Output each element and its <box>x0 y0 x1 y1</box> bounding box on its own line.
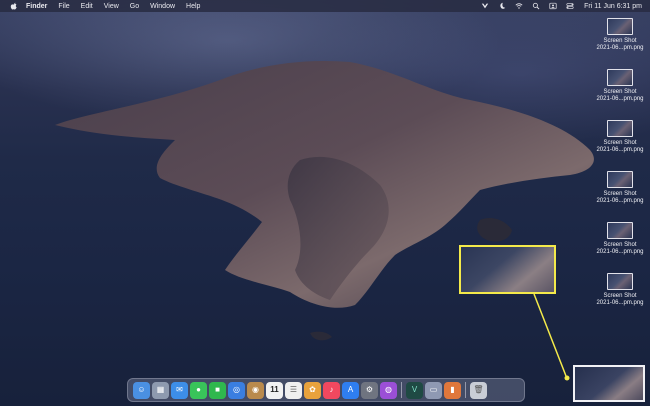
desktop-file-screenshot[interactable]: Screen Shot 2021-06...pm.png <box>592 222 648 273</box>
wifi-icon[interactable] <box>515 2 523 10</box>
file-name: Screen Shot 2021-06...pm.png <box>596 38 644 51</box>
dock-separator <box>401 382 402 398</box>
control-center-icon[interactable] <box>566 2 574 10</box>
menu-edit[interactable]: Edit <box>81 3 93 10</box>
launchpad-icon[interactable]: ▦ <box>152 381 169 399</box>
safari-icon[interactable]: ◎ <box>228 381 245 399</box>
desktop-file-screenshot[interactable]: Screen Shot 2021-06...pm.png <box>592 273 648 324</box>
menu-bar: Finder File Edit View Go Window Help Fri… <box>0 0 650 12</box>
file-thumbnail <box>607 222 633 239</box>
calendar-icon[interactable]: 11 <box>266 381 283 399</box>
menubar-clock[interactable]: Fri 11 Jun 6:31 pm <box>584 3 642 10</box>
menu-help[interactable]: Help <box>186 3 200 10</box>
system-preferences-icon[interactable]: ⚙ <box>361 381 378 399</box>
menu-app-finder[interactable]: Finder <box>26 3 47 10</box>
facetime-icon[interactable]: ■ <box>209 381 226 399</box>
file-thumbnail <box>607 18 633 35</box>
app-store-icon[interactable]: A <box>342 381 359 399</box>
file-name: Screen Shot 2021-06...pm.png <box>596 140 644 153</box>
catalina-island-wallpaper <box>55 60 594 341</box>
dock: ☺ ▦ ✉ ● ■ ◎ ◉ 11 ☰ ✿ ♪ A ⚙ ◍ V ▭ ▮ 🗑 <box>127 378 525 402</box>
reminders-icon[interactable]: ☰ <box>285 381 302 399</box>
contacts-icon[interactable]: ◉ <box>247 381 264 399</box>
screenshot-preview-thumbnail[interactable] <box>573 365 645 402</box>
podcasts-icon[interactable]: ◍ <box>380 381 397 399</box>
books-icon[interactable]: ▮ <box>444 381 461 399</box>
moon-icon[interactable] <box>498 2 506 10</box>
file-thumbnail <box>607 171 633 188</box>
file-name: Screen Shot 2021-06...pm.png <box>596 293 644 306</box>
music-icon[interactable]: ♪ <box>323 381 340 399</box>
file-thumbnail <box>607 69 633 86</box>
screenshot-app-icon[interactable]: ▭ <box>425 381 442 399</box>
file-name: Screen Shot 2021-06...pm.png <box>596 191 644 204</box>
desktop-wallpaper <box>0 0 650 406</box>
vpn-shield-icon[interactable] <box>481 2 489 10</box>
file-name: Screen Shot 2021-06...pm.png <box>596 242 644 255</box>
vpn-app-icon[interactable]: V <box>406 381 423 399</box>
menu-window[interactable]: Window <box>150 3 175 10</box>
desktop-files: Screen Shot 2021-06...pm.png Screen Shot 2… <box>592 18 648 324</box>
calendar-day: 11 <box>270 385 279 394</box>
dock-separator <box>465 382 466 398</box>
finder-icon[interactable]: ☺ <box>133 381 150 399</box>
apple-menu-icon[interactable] <box>10 2 18 10</box>
menu-view[interactable]: View <box>104 3 119 10</box>
menu-go[interactable]: Go <box>130 3 139 10</box>
user-switch-icon[interactable] <box>549 2 557 10</box>
file-thumbnail <box>607 273 633 290</box>
menu-file[interactable]: File <box>58 3 69 10</box>
highlight-box <box>459 245 556 294</box>
file-name: Screen Shot 2021-06...pm.png <box>596 89 644 102</box>
desktop-file-screenshot[interactable]: Screen Shot 2021-06...pm.png <box>592 120 648 171</box>
search-icon[interactable] <box>532 2 540 10</box>
trash-icon[interactable]: 🗑 <box>470 381 487 399</box>
desktop-file-screenshot[interactable]: Screen Shot 2021-06...pm.png <box>592 18 648 69</box>
desktop-file-screenshot[interactable]: Screen Shot 2021-06...pm.png <box>592 171 648 222</box>
messages-icon[interactable]: ● <box>190 381 207 399</box>
desktop-file-screenshot[interactable]: Screen Shot 2021-06...pm.png <box>592 69 648 120</box>
photos-icon[interactable]: ✿ <box>304 381 321 399</box>
mail-icon[interactable]: ✉ <box>171 381 188 399</box>
file-thumbnail <box>607 120 633 137</box>
